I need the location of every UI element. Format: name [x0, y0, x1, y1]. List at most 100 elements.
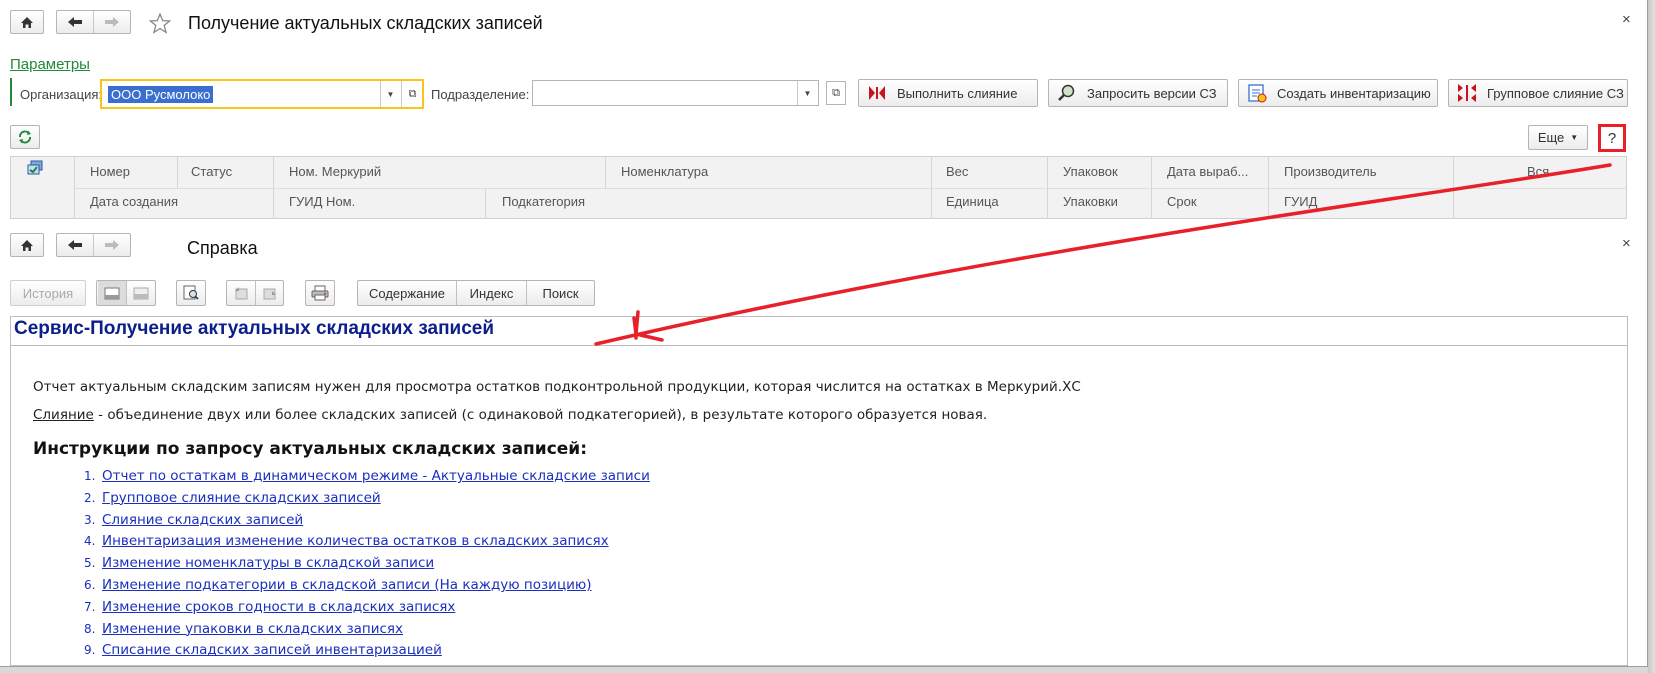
previous-topic-icon[interactable] — [227, 281, 256, 305]
column-header-packages[interactable]: Упаковок — [1063, 164, 1118, 179]
open-icon[interactable]: ⧉ — [826, 81, 846, 105]
history-button[interactable]: История — [10, 280, 86, 306]
column-header-mercury-nom[interactable]: Ном. Меркурий — [289, 164, 381, 179]
topic-nav — [226, 280, 284, 306]
column-header-manufacturer[interactable]: Производитель — [1284, 164, 1377, 179]
more-button[interactable]: Еще ▼ — [1528, 125, 1588, 150]
column-separator — [485, 188, 486, 219]
create-inventory-button[interactable]: Создать инвентаризацию — [1238, 79, 1438, 107]
column-separator — [1453, 157, 1454, 219]
list-item: 9. Списание складских записей инвентариза… — [84, 640, 650, 662]
column-header-nom-guid[interactable]: ГУИД Ном. — [289, 194, 355, 209]
list-item: 1. Отчет по остаткам в динамическом режим… — [84, 466, 650, 488]
merge-button[interactable]: Выполнить слияние — [858, 79, 1038, 107]
column-separator — [1268, 157, 1269, 219]
print-button[interactable] — [305, 280, 335, 306]
next-topic-icon[interactable] — [256, 281, 284, 305]
column-header-production-date[interactable]: Дата выраб... — [1167, 164, 1248, 179]
tab-search[interactable]: Поиск — [527, 281, 594, 305]
open-icon[interactable]: ⧉ — [401, 81, 423, 107]
request-versions-label: Запросить версии СЗ — [1087, 85, 1217, 101]
back-button[interactable] — [57, 11, 94, 33]
column-header-subcategory[interactable]: Подкатегория — [502, 194, 585, 209]
layout-full-icon[interactable] — [127, 281, 155, 305]
layout-split-icon[interactable] — [97, 281, 127, 305]
instruction-link[interactable]: Отчет по остаткам в динамическом режиме … — [102, 468, 650, 484]
instruction-link[interactable]: Изменение номенклатуры в складской запис… — [102, 555, 434, 571]
list-number: 8. — [84, 621, 96, 636]
column-header-nomenclature[interactable]: Номенклатура — [621, 164, 708, 179]
home-icon — [21, 239, 33, 251]
column-header-package[interactable]: Упаковки — [1063, 194, 1118, 209]
instructions-heading: Инструкции по запросу актуальных складск… — [33, 439, 588, 459]
history-nav — [56, 10, 131, 34]
star-icon[interactable] — [149, 13, 171, 34]
close-icon[interactable]: × — [1622, 12, 1631, 27]
help-paragraph-merge: Слияние - объединение двух или более скл… — [33, 407, 987, 423]
subdivision-field[interactable]: ▼ — [532, 80, 819, 106]
column-header-weight[interactable]: Вес — [946, 164, 968, 179]
list-item: 7. Изменение сроков годности в складских … — [84, 597, 650, 619]
list-number: 3. — [84, 512, 96, 527]
history-nav — [56, 233, 131, 257]
column-separator — [605, 157, 606, 188]
tab-contents[interactable]: Содержание — [358, 281, 457, 305]
arrow-left-icon — [67, 240, 82, 250]
help-heading: Сервис-Получение актуальных складских за… — [14, 318, 495, 339]
table-settings-icon[interactable] — [27, 160, 45, 176]
group-marker — [10, 78, 12, 106]
column-header-created-date[interactable]: Дата создания — [90, 194, 178, 209]
instruction-link[interactable]: Групповое слияние складских записей — [102, 490, 381, 506]
more-label: Еще — [1537, 130, 1565, 145]
refresh-button[interactable] — [10, 125, 40, 149]
forward-button[interactable] — [94, 234, 131, 256]
dropdown-icon[interactable]: ▼ — [797, 81, 817, 105]
tab-index[interactable]: Индекс — [457, 281, 527, 305]
list-item: 4. Инвентаризация изменение количества ос… — [84, 531, 650, 553]
help-tabs: Содержание Индекс Поиск — [357, 280, 595, 306]
column-header-number[interactable]: Номер — [90, 164, 130, 179]
instruction-link[interactable]: Слияние складских записей — [102, 512, 303, 528]
close-icon[interactable]: × — [1622, 236, 1631, 251]
arrow-right-icon — [104, 17, 119, 27]
chevron-down-icon: ▼ — [1570, 133, 1579, 142]
window-title: Получение актуальных складских записей — [188, 13, 543, 33]
instruction-link[interactable]: Списание складских записей инвентаризаци… — [102, 642, 442, 658]
group-merge-button[interactable]: Групповое слияние СЗ — [1448, 79, 1628, 107]
instruction-link[interactable]: Инвентаризация изменение количества оста… — [102, 533, 609, 549]
dropdown-icon[interactable]: ▼ — [380, 81, 400, 107]
organization-field[interactable]: ООО Русмолоко ▼ ⧉ — [100, 79, 424, 109]
column-header-guid[interactable]: ГУИД — [1284, 194, 1317, 209]
instruction-link[interactable]: Изменение подкатегории в складской запис… — [102, 577, 592, 593]
organization-value: ООО Русмолоко — [108, 85, 214, 103]
refresh-icon — [19, 130, 31, 144]
help-button[interactable]: ? — [1598, 124, 1626, 152]
instruction-link[interactable]: Изменение сроков годности в складских за… — [102, 599, 455, 615]
merge-icon — [865, 83, 889, 103]
instruction-link[interactable]: Изменение упаковки в складских записях — [102, 621, 403, 637]
arrow-right-icon — [104, 240, 119, 250]
arrow-left-icon — [67, 17, 82, 27]
column-header-unit[interactable]: Единица — [946, 194, 999, 209]
list-number: 1. — [84, 469, 96, 483]
back-button[interactable] — [57, 234, 94, 256]
create-inventory-label: Создать инвентаризацию — [1277, 85, 1431, 101]
inventory-icon — [1245, 83, 1269, 103]
group-merge-icon — [1455, 83, 1479, 103]
home-button[interactable] — [10, 10, 44, 34]
column-header-status[interactable]: Статус — [191, 164, 232, 179]
column-header-all[interactable]: Вся — [1527, 164, 1549, 179]
parameters-link[interactable]: Параметры — [10, 56, 90, 73]
home-button[interactable] — [10, 233, 44, 257]
layout-toggle — [96, 280, 156, 306]
column-separator — [1151, 157, 1152, 219]
forward-button[interactable] — [94, 11, 131, 33]
list-item: 2. Групповое слияние складских записей — [84, 488, 650, 510]
request-versions-button[interactable]: Запросить версии СЗ — [1048, 79, 1228, 107]
find-in-page-button[interactable] — [176, 280, 206, 306]
merge-label: Выполнить слияние — [897, 85, 1018, 101]
find-in-page-icon — [183, 285, 199, 300]
column-header-term[interactable]: Срок — [1167, 194, 1197, 209]
column-separator — [931, 157, 932, 219]
instructions-list: 1. Отчет по остаткам в динамическом режим… — [84, 466, 650, 662]
